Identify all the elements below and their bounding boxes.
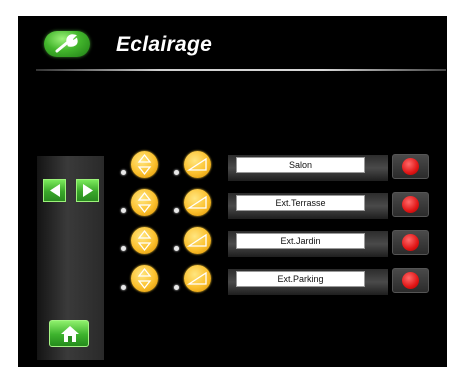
record-icon — [402, 234, 419, 251]
record-button[interactable] — [392, 230, 429, 255]
light-name-field[interactable]: Ext.Terrasse — [236, 195, 365, 211]
dimmer-ramp-icon — [186, 195, 207, 209]
up-down-icon — [137, 267, 152, 290]
dimmer-control[interactable] — [184, 265, 211, 292]
wrench-icon — [55, 34, 78, 53]
light-name-field[interactable]: Ext.Parking — [236, 271, 365, 287]
light-row: Ext.Terrasse — [18, 184, 447, 224]
up-down-control[interactable] — [131, 151, 158, 178]
dimmer-ramp-icon — [186, 233, 207, 247]
record-button[interactable] — [392, 268, 429, 293]
home-icon — [61, 326, 79, 342]
light-row: Ext.Jardin — [18, 222, 447, 262]
lighting-screen: Eclairage Salon Ext.Terrasse Ext.Jardin … — [18, 16, 447, 367]
header-divider — [36, 69, 446, 71]
light-name-field[interactable]: Salon — [236, 157, 365, 173]
up-down-control[interactable] — [131, 227, 158, 254]
header: Eclairage — [18, 16, 447, 70]
dimmer-control[interactable] — [184, 189, 211, 216]
status-indicator — [174, 285, 179, 290]
light-row: Ext.Parking — [18, 260, 447, 300]
record-icon — [402, 272, 419, 289]
status-indicator — [121, 208, 126, 213]
up-down-control[interactable] — [131, 189, 158, 216]
record-button[interactable] — [392, 154, 429, 179]
up-down-icon — [137, 191, 152, 214]
status-indicator — [121, 246, 126, 251]
status-indicator — [174, 208, 179, 213]
up-down-control[interactable] — [131, 265, 158, 292]
record-icon — [402, 196, 419, 213]
home-button[interactable] — [49, 320, 89, 347]
light-row: Salon — [18, 147, 447, 187]
status-indicator — [174, 246, 179, 251]
settings-button[interactable] — [44, 31, 90, 57]
dimmer-control[interactable] — [184, 151, 211, 178]
light-name-field[interactable]: Ext.Jardin — [236, 233, 365, 249]
page-title: Eclairage — [116, 33, 213, 56]
dimmer-ramp-icon — [186, 157, 207, 171]
status-indicator — [174, 170, 179, 175]
status-indicator — [121, 285, 126, 290]
record-icon — [402, 158, 419, 175]
dimmer-ramp-icon — [186, 271, 207, 285]
dimmer-control[interactable] — [184, 227, 211, 254]
up-down-icon — [137, 229, 152, 252]
status-indicator — [121, 170, 126, 175]
record-button[interactable] — [392, 192, 429, 217]
up-down-icon — [137, 153, 152, 176]
